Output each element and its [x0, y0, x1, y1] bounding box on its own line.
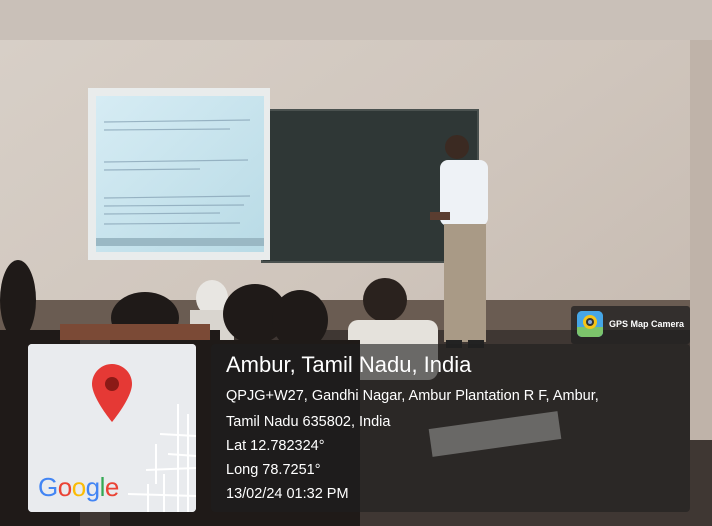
logo-letter: g	[85, 472, 100, 502]
logo-letter: o	[71, 472, 86, 502]
location-pin-icon	[92, 364, 132, 422]
logo-letter: G	[38, 472, 58, 502]
logo-letter: o	[57, 472, 72, 502]
address-line-2: Tamil Nadu 635802, India	[226, 414, 391, 430]
google-logo: Google	[38, 472, 119, 503]
app-badge-label: GPS Map Camera	[609, 319, 685, 329]
map-thumbnail: Google	[28, 344, 196, 512]
longitude: Long 78.7251°	[226, 462, 321, 478]
logo-letter: e	[104, 472, 119, 502]
app-badge: GPS Map Camera	[571, 306, 690, 344]
location-title: Ambur, Tamil Nadu, India	[226, 352, 472, 377]
datetime: 13/02/24 01:32 PM	[226, 486, 349, 502]
latitude: Lat 12.782324°	[226, 438, 325, 454]
map-camera-icon	[577, 311, 603, 337]
address-line-1: QPJG+W27, Gandhi Nagar, Ambur Plantation…	[226, 388, 599, 404]
